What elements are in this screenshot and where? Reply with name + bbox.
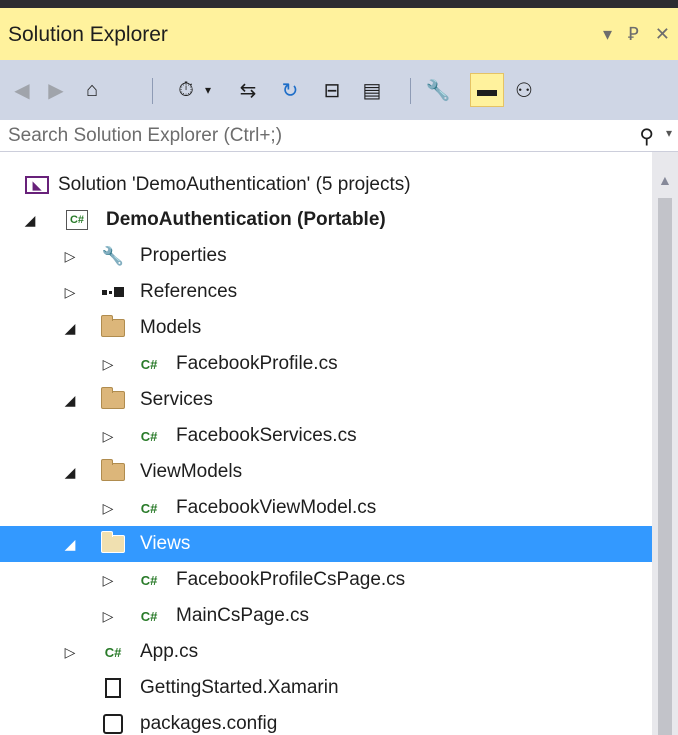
scroll-up-arrow-icon[interactable]: ▲ (658, 172, 672, 188)
csharp-file-icon: C# (140, 500, 158, 516)
tree-item-file[interactable]: ▷ C# FacebookProfileCsPage.cs (0, 562, 652, 598)
document-icon (100, 675, 126, 701)
auto-hide-pin-icon[interactable]: Ꝑ (628, 20, 639, 48)
tree-item-references[interactable]: ▷ References (0, 274, 652, 310)
tree-item-properties[interactable]: ▷ 🔧 Properties (0, 238, 652, 274)
toolbar-separator (152, 78, 153, 104)
csharp-file-icon: C# (140, 356, 158, 372)
csharp-file-icon: C# (104, 644, 122, 660)
tree-item-label: GettingStarted.Xamarin (140, 677, 339, 698)
tree-item-label: App.cs (140, 641, 199, 662)
folder-icon (100, 459, 126, 485)
expanded-arrow-icon[interactable]: ◢ (62, 392, 78, 409)
tree-item-services-folder[interactable]: ◢ Services (0, 382, 652, 418)
toolbar-separator (410, 78, 411, 104)
collapsed-arrow-icon[interactable]: ▷ (100, 608, 116, 625)
collapsed-arrow-icon[interactable]: ▷ (62, 284, 78, 301)
tree-item-label: Properties (140, 245, 227, 266)
tree-item-label: Models (140, 317, 202, 338)
vertical-scrollbar[interactable]: ▲ (652, 152, 678, 735)
tree-item-file[interactable]: packages.config (0, 706, 652, 735)
csharp-file-icon: C# (140, 428, 158, 444)
tree-item-label: FacebookProfile.cs (176, 353, 338, 374)
pending-changes-dropdown-icon[interactable]: ▾ (194, 76, 222, 104)
tree-item-models-folder[interactable]: ◢ Models (0, 310, 652, 346)
tree-item-label: FacebookServices.cs (176, 425, 357, 446)
tree-item-viewmodels-folder[interactable]: ◢ ViewModels (0, 454, 652, 490)
expanded-arrow-icon[interactable]: ◢ (62, 464, 78, 481)
panel-title: Solution Explorer (8, 23, 168, 46)
home-icon[interactable]: ⌂ (78, 76, 106, 104)
toolbar: ◀ ▶ ⌂ ⏱ ▾ ⇆ ↻ ⊟ ▤ 🔧 ▬ ⚇ (0, 60, 678, 120)
tree-item-solution[interactable]: ◣ Solution 'DemoAuthentication' (5 proje… (0, 167, 652, 203)
csharp-file-icon: C# (140, 572, 158, 588)
tree-item-label: MainCsPage.cs (176, 605, 310, 626)
close-icon[interactable]: ✕ (655, 20, 670, 48)
properties-wrench-icon[interactable]: 🔧 (424, 76, 452, 104)
back-icon[interactable]: ◀ (8, 76, 36, 104)
tree-item-label: Services (140, 389, 213, 410)
view-class-diagram-icon[interactable]: ⚇ (510, 76, 538, 104)
tree-item-label: FacebookViewModel.cs (176, 497, 377, 518)
folder-icon (100, 387, 126, 413)
tree-item-file[interactable]: ▷ C# MainCsPage.cs (0, 598, 652, 634)
tree-item-project[interactable]: ◢ C# DemoAuthentication (Portable) (0, 202, 652, 238)
tree-item-file[interactable]: ▷ C# FacebookViewModel.cs (0, 490, 652, 526)
preview-selected-items-icon[interactable]: ▬ (470, 73, 504, 107)
folder-icon (100, 315, 126, 341)
window-position-dropdown-icon[interactable]: ▾ (603, 20, 612, 48)
panel-controls: ▾ Ꝑ ✕ (603, 20, 670, 48)
panel-title-bar[interactable]: Solution Explorer ▾ Ꝑ ✕ (0, 8, 678, 60)
csharp-project-icon: C# (64, 207, 90, 233)
scrollbar-thumb[interactable] (658, 198, 672, 735)
folder-icon (100, 531, 126, 557)
search-bar: ⚲ ▾ (0, 120, 678, 152)
collapsed-arrow-icon[interactable]: ▷ (62, 644, 78, 661)
wrench-icon: 🔧 (101, 245, 125, 266)
tree-item-label: References (140, 281, 238, 302)
tree-item-file[interactable]: ▷ C# FacebookServices.cs (0, 418, 652, 454)
tree-item-file[interactable]: GettingStarted.Xamarin (0, 670, 652, 706)
tree-item-label: ViewModels (140, 461, 243, 482)
collapsed-arrow-icon[interactable]: ▷ (62, 248, 78, 265)
tree-item-label: packages.config (140, 713, 278, 734)
expanded-arrow-icon[interactable]: ◢ (62, 320, 78, 337)
collapsed-arrow-icon[interactable]: ▷ (100, 500, 116, 517)
refresh-icon[interactable]: ↻ (276, 76, 304, 104)
search-options-dropdown-icon[interactable]: ▾ (666, 126, 672, 140)
search-icon[interactable]: ⚲ (639, 124, 654, 149)
forward-icon[interactable]: ▶ (42, 76, 70, 104)
tree-item-file[interactable]: ▷ C# FacebookProfile.cs (0, 346, 652, 382)
references-icon (100, 279, 126, 305)
tree-item-label: Views (140, 533, 191, 554)
expanded-arrow-icon[interactable]: ◢ (62, 536, 78, 553)
tree-item-label: FacebookProfileCsPage.cs (176, 569, 406, 590)
solution-tree: ◣ Solution 'DemoAuthentication' (5 proje… (0, 152, 652, 735)
collapsed-arrow-icon[interactable]: ▷ (100, 428, 116, 445)
tree-item-label: DemoAuthentication (Portable) (106, 209, 386, 230)
tree-item-views-folder-selected[interactable]: ◢ Views (0, 526, 652, 562)
window-top-strip (0, 0, 678, 8)
collapsed-arrow-icon[interactable]: ▷ (100, 572, 116, 589)
tree-item-file[interactable]: ▷ C# App.cs (0, 634, 652, 670)
collapse-all-icon[interactable]: ⊟ (318, 76, 346, 104)
expanded-arrow-icon[interactable]: ◢ (22, 212, 38, 229)
search-input[interactable] (8, 125, 608, 147)
config-file-icon (100, 711, 126, 735)
show-all-files-icon[interactable]: ▤ (358, 76, 386, 104)
csharp-file-icon: C# (140, 608, 158, 624)
collapsed-arrow-icon[interactable]: ▷ (100, 356, 116, 373)
solution-icon: ◣ (24, 172, 50, 198)
tree-item-label: Solution 'DemoAuthentication' (5 project… (58, 174, 411, 195)
sync-with-active-document-icon[interactable]: ⇆ (234, 76, 262, 104)
